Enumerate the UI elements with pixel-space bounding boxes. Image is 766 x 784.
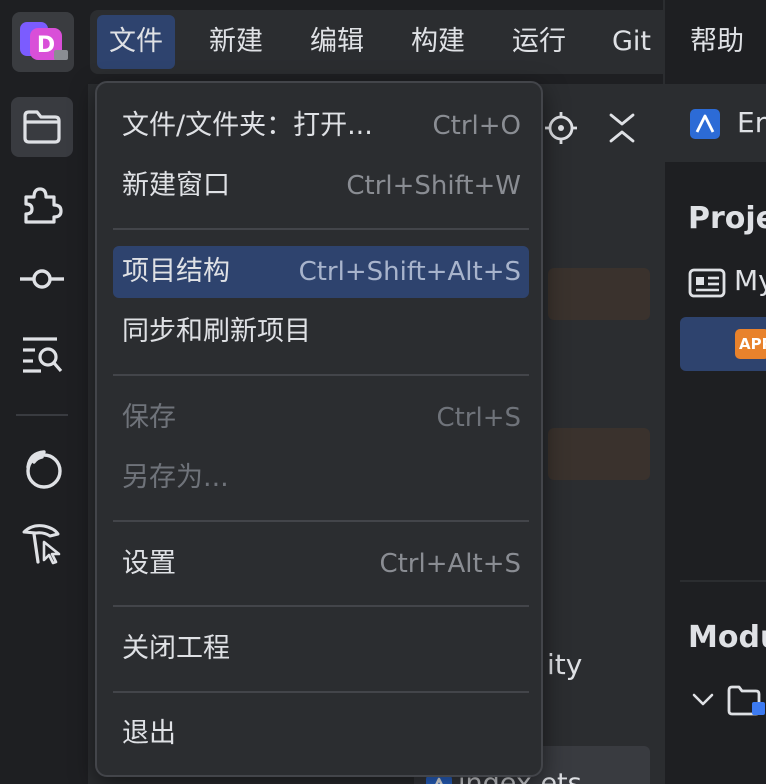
find-tool-button[interactable] [11,324,73,384]
menu-separator [113,520,529,522]
project-item-label[interactable]: My [734,264,766,297]
menu-build[interactable]: 构建 [399,15,477,69]
locate-button[interactable] [541,108,581,148]
file-menu-dropdown: 文件/文件夹：打开... Ctrl+O 新建窗口 Ctrl+Shift+W 项目… [95,81,543,777]
menu-item-label: 另存为... [122,462,229,493]
menu-separator [113,605,529,607]
list-search-icon [23,337,63,373]
menu-item-label: 关闭工程 [122,633,230,664]
menu-item-label: 同步和刷新项目 [122,316,311,347]
app-logo-icon: D [20,22,68,60]
project-tool-button[interactable] [11,97,73,157]
tree-row-highlight[interactable] [548,268,650,320]
folder-icon [23,110,61,144]
menu-item-label: 设置 [122,548,176,579]
section-divider [680,580,766,582]
module-folder-icon [727,685,765,716]
menu-file[interactable]: 文件 [97,15,175,69]
collapse-icon [609,113,635,143]
main-menu: 文件 新建 编辑 构建 运行 Git 帮助 [90,10,744,74]
menu-item-new-window[interactable]: 新建窗口 Ctrl+Shift+W [113,160,529,212]
puzzle-icon [24,187,63,224]
menu-separator [113,691,529,693]
menu-item-shortcut: Ctrl+Alt+S [379,549,521,579]
menu-bar: D 文件 新建 编辑 构建 运行 Git 帮助 [0,0,766,84]
menu-separator [113,228,529,230]
tree-row-highlight[interactable] [548,428,650,480]
right-panel-tab-label[interactable]: En [737,106,766,139]
menu-new[interactable]: 新建 [197,15,275,69]
tool-window-bar [0,84,86,784]
right-panel: En Proje My APP Modu [665,84,766,784]
toolbar-separator [16,414,68,416]
commit-tool-button[interactable] [11,249,73,309]
svg-text:D: D [37,33,55,58]
arkts-file-icon [690,109,720,139]
menu-item-shortcut: Ctrl+O [432,111,521,141]
modules-section-title: Modu [688,620,766,655]
menu-item-project-structure[interactable]: 项目结构 Ctrl+Shift+Alt+S [113,246,529,298]
commit-icon [20,269,64,289]
menu-item-label: 保存 [122,402,176,433]
menu-run[interactable]: 运行 [500,15,578,69]
menu-item-shortcut: Ctrl+Shift+W [346,171,521,201]
menu-item-shortcut: Ctrl+Shift+Alt+S [298,257,521,287]
rings-icon [26,450,62,489]
menu-item-label: 新建窗口 [122,170,230,201]
menu-item-label: 项目结构 [122,256,230,287]
menu-item-sync-refresh[interactable]: 同步和刷新项目 [113,306,529,358]
menu-help[interactable]: 帮助 [678,15,756,69]
plugins-tool-button[interactable] [11,175,73,235]
menu-item-close-project[interactable]: 关闭工程 [113,623,529,675]
tree-item-label[interactable]: ity [547,648,582,681]
menu-edit[interactable]: 编辑 [298,15,376,69]
project-section-title: Proje [688,201,766,236]
app-badge: APP [735,329,766,359]
crosshair-icon [545,112,577,144]
menu-git[interactable]: Git [600,15,663,69]
menu-separator [113,374,529,376]
menu-item-label: 文件/文件夹：打开... [122,110,373,141]
hammer-cursor-icon [22,524,61,565]
app-logo[interactable]: D [12,12,74,72]
right-panel-tab-bar: En [665,84,766,164]
menu-item-settings[interactable]: 设置 Ctrl+Alt+S [113,538,529,590]
project-card-icon [688,268,726,298]
terminal-tool-button[interactable] [11,514,73,574]
menu-item-label: 退出 [122,718,176,749]
collapse-all-button[interactable] [602,108,642,148]
menu-item-exit[interactable]: 退出 [113,708,529,760]
menu-item-save[interactable]: 保存 Ctrl+S [113,392,529,444]
menu-item-save-as[interactable]: 另存为... [113,452,529,504]
menu-item-open[interactable]: 文件/文件夹：打开... Ctrl+O [113,100,529,152]
codelinter-tool-button[interactable] [11,439,73,499]
menu-item-shortcut: Ctrl+S [436,403,521,433]
chevron-down-icon[interactable] [692,693,714,707]
